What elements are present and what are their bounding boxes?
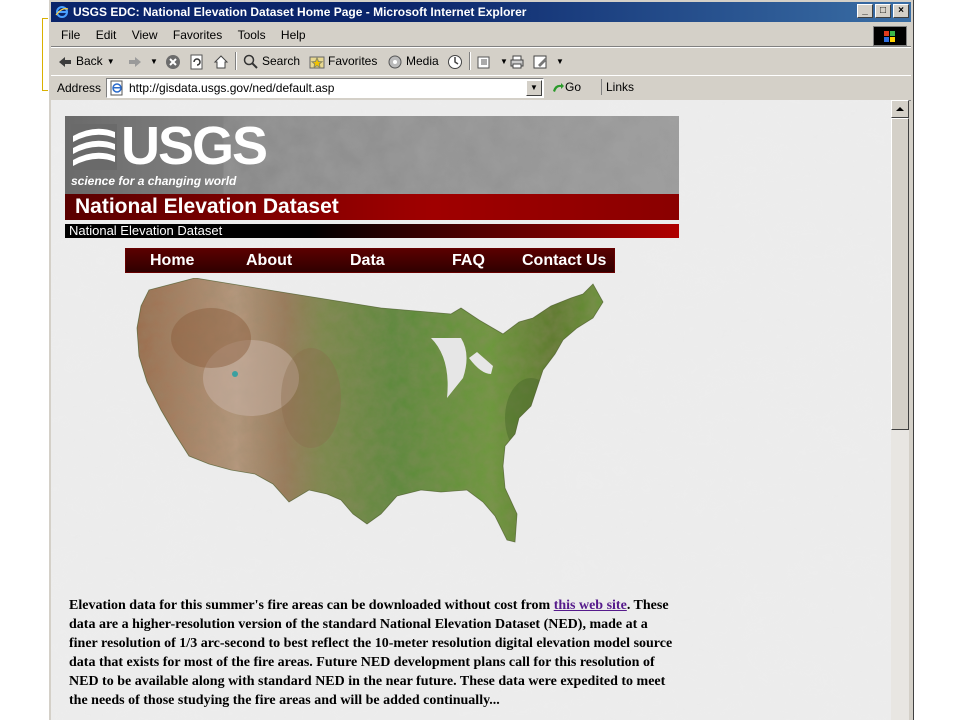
edit-button[interactable]: ▼ — [533, 50, 564, 72]
lake-marker — [232, 371, 238, 377]
history-button[interactable] — [447, 50, 466, 72]
back-dropdown-icon[interactable]: ▼ — [107, 57, 115, 66]
home-icon — [213, 55, 229, 69]
banner-subtitle-strip: National Elevation Dataset — [65, 224, 679, 238]
window-controls: _ □ × — [855, 4, 909, 20]
maximize-button[interactable]: □ — [875, 4, 891, 18]
usgs-logo-text: USGS — [121, 116, 268, 176]
banner-title-strip: National Elevation Dataset — [65, 194, 679, 220]
intro-text-rest: . These data are a higher-resolution ver… — [69, 598, 673, 708]
go-arrow-icon — [553, 82, 564, 92]
forward-arrow-icon — [129, 56, 141, 67]
intro-text-start: Elevation data for this summer's fire ar… — [69, 598, 554, 613]
address-bar: Address http://gisdata.usgs.gov/ned/defa… — [51, 75, 911, 101]
search-label: Search — [262, 54, 301, 68]
slide-accent-line — [42, 18, 43, 91]
media-label: Media — [406, 54, 439, 68]
edit-icon — [533, 55, 547, 69]
this-web-site-link[interactable]: this web site — [554, 598, 627, 613]
address-label: Address — [57, 81, 102, 95]
print-icon — [510, 55, 524, 69]
menu-tools[interactable]: Tools — [232, 24, 272, 46]
media-button[interactable]: Media — [387, 50, 439, 72]
search-button[interactable]: Search — [243, 50, 300, 72]
vertical-scrollbar[interactable] — [891, 100, 909, 720]
mail-icon — [477, 56, 490, 69]
go-label: Go — [565, 80, 582, 94]
intro-paragraph: Elevation data for this summer's fire ar… — [69, 596, 679, 710]
windows-flag-icon — [884, 31, 895, 42]
scroll-up-arrow-icon — [896, 107, 904, 111]
nav-contact-us[interactable]: Contact Us — [522, 249, 606, 273]
toolbar-separator — [469, 52, 471, 70]
minimize-button[interactable]: _ — [857, 4, 873, 18]
ie-logo-icon — [55, 6, 69, 18]
links-button[interactable]: Links — [601, 79, 634, 95]
toolbar-separator — [235, 52, 237, 70]
page-viewport: USGS science for a changing world Nation… — [51, 100, 891, 720]
refresh-icon — [190, 54, 203, 70]
nav-data[interactable]: Data — [350, 249, 385, 273]
address-input[interactable]: http://gisdata.usgs.gov/ned/default.asp … — [106, 78, 544, 98]
window-title: USGS EDC: National Elevation Dataset Hom… — [73, 5, 527, 19]
forward-button[interactable]: ▼ — [127, 50, 158, 72]
refresh-button[interactable] — [189, 50, 208, 72]
windows-logo-throbber — [873, 26, 907, 46]
close-button[interactable]: × — [893, 4, 909, 18]
stop-button[interactable] — [165, 50, 184, 72]
back-button[interactable]: Back ▼ — [57, 50, 115, 72]
history-icon — [448, 54, 462, 69]
banner-title: National Elevation Dataset — [75, 195, 339, 218]
usgs-wave-logo-icon — [71, 124, 117, 170]
menu-help[interactable]: Help — [275, 24, 312, 46]
address-dropdown-button[interactable]: ▼ — [526, 80, 542, 96]
favorites-icon — [309, 56, 325, 69]
search-icon — [243, 54, 258, 69]
menu-edit[interactable]: Edit — [90, 24, 123, 46]
back-label: Back — [76, 54, 103, 68]
mail-dropdown-icon[interactable]: ▼ — [500, 57, 508, 66]
menu-bar: File Edit View Favorites Tools Help — [51, 24, 911, 47]
home-button[interactable] — [213, 50, 232, 72]
scroll-thumb[interactable] — [891, 118, 909, 430]
us-elevation-map-image — [136, 278, 604, 543]
menu-view[interactable]: View — [126, 24, 164, 46]
address-url: http://gisdata.usgs.gov/ned/default.asp — [129, 81, 335, 95]
media-icon — [388, 55, 402, 69]
favorites-label: Favorites — [328, 54, 378, 68]
favorites-button[interactable]: Favorites — [309, 50, 377, 72]
usgs-tagline: science for a changing world — [71, 174, 237, 188]
mail-button[interactable]: ▼ — [477, 50, 508, 72]
browser-window: USGS EDC: National Elevation Dataset Hom… — [48, 0, 914, 720]
menu-favorites[interactable]: Favorites — [167, 24, 228, 46]
nav-about[interactable]: About — [246, 249, 292, 273]
print-button[interactable] — [509, 50, 528, 72]
stop-icon — [166, 54, 180, 69]
site-nav: Home About Data FAQ Contact Us — [125, 248, 615, 273]
title-bar: USGS EDC: National Elevation Dataset Hom… — [51, 2, 911, 22]
edit-dropdown-icon[interactable]: ▼ — [556, 57, 564, 66]
scroll-up-button[interactable] — [891, 100, 909, 118]
back-arrow-icon — [59, 56, 71, 67]
nav-home[interactable]: Home — [150, 249, 194, 273]
usgs-banner: USGS science for a changing world Nation… — [65, 116, 679, 240]
nav-faq[interactable]: FAQ — [452, 249, 485, 273]
forward-dropdown-icon[interactable]: ▼ — [150, 57, 158, 66]
banner-subtitle: National Elevation Dataset — [69, 223, 223, 238]
page-icon — [110, 80, 123, 96]
menu-file[interactable]: File — [55, 24, 86, 46]
go-button[interactable]: Go — [551, 79, 581, 95]
standard-toolbar: Back ▼ ▼ Search Favorites Media ▼ ▼ — [51, 47, 911, 76]
